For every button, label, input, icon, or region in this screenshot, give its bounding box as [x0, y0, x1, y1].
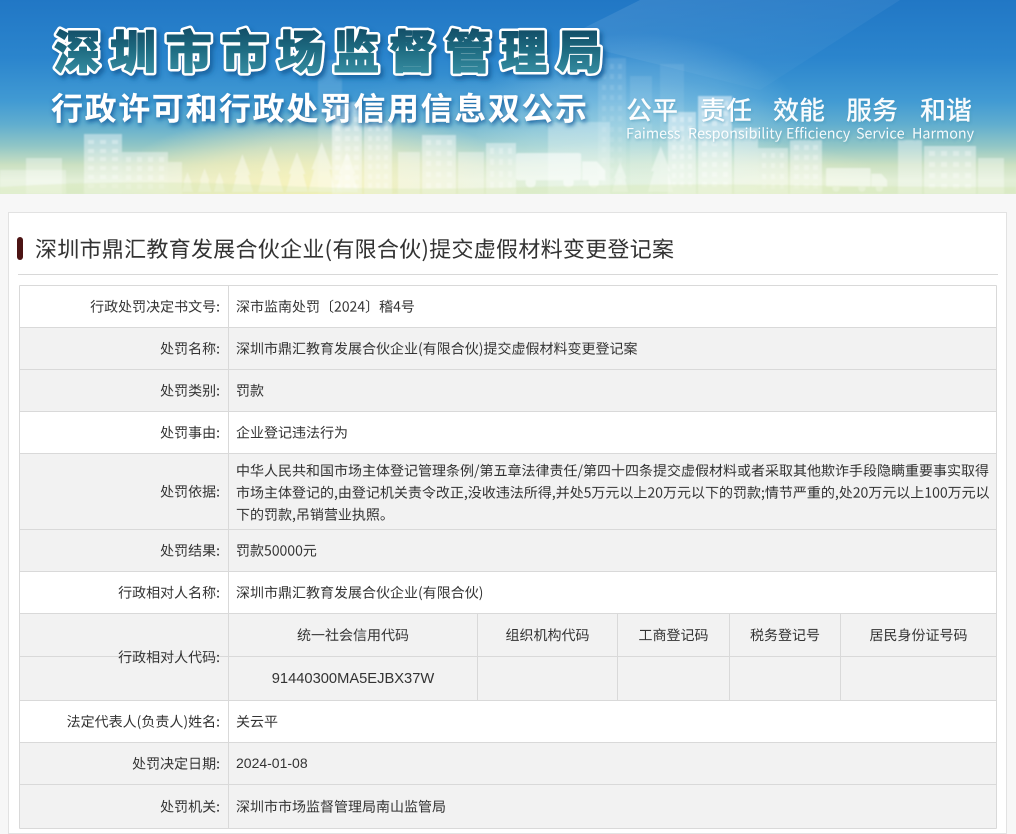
- svg-text:2024-01-08: 2024-01-08: [236, 755, 308, 771]
- svg-text:91440300MA5EJBX37W: 91440300MA5EJBX37W: [272, 671, 435, 687]
